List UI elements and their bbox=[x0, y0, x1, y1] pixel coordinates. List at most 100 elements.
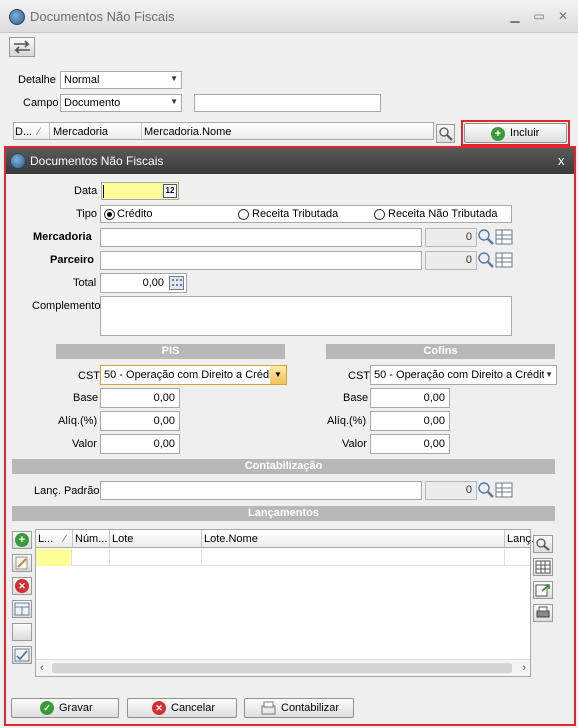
print-button[interactable] bbox=[533, 604, 553, 622]
magnifier-icon bbox=[439, 127, 453, 141]
dialog-titlebar: Documentos Não Fiscais x bbox=[6, 148, 574, 174]
maximize-icon[interactable]: ▭ bbox=[532, 9, 546, 23]
radio-receita-tributada[interactable] bbox=[238, 209, 249, 220]
campo-label: Campo bbox=[23, 97, 59, 109]
sort-icon: ⁄ bbox=[38, 126, 40, 138]
table-icon bbox=[535, 560, 551, 574]
plus-icon: + bbox=[15, 533, 29, 547]
contabilizar-button[interactable]: Contabilizar bbox=[244, 698, 354, 718]
contabilizacao-section-header: Contabilização bbox=[12, 459, 555, 474]
cofins-aliq-input[interactable]: 0,00 bbox=[370, 411, 450, 431]
cofins-valor-input[interactable]: 0,00 bbox=[370, 434, 450, 454]
chevron-down-icon: ▼ bbox=[170, 74, 178, 83]
split-lancamento-button[interactable] bbox=[12, 600, 32, 618]
scroll-right-icon[interactable]: › bbox=[522, 662, 526, 674]
tipo-receita-nao-tributada-label: Receita Não Tributada bbox=[388, 208, 498, 220]
pis-base-input[interactable]: 0,00 bbox=[100, 388, 180, 408]
detalhe-value: Normal bbox=[64, 74, 100, 86]
calculator-icon[interactable] bbox=[169, 276, 184, 290]
gravar-button[interactable]: ✓ Gravar bbox=[11, 698, 119, 718]
col-numero[interactable]: Núm... bbox=[75, 533, 107, 545]
dialog-close-icon[interactable]: x bbox=[558, 153, 565, 168]
add-lancamento-button[interactable]: + bbox=[12, 531, 32, 549]
cancelar-label: Cancelar bbox=[171, 702, 216, 714]
lanc-padrao-label: Lanç. Padrão bbox=[34, 485, 100, 497]
lanc-padrao-input[interactable] bbox=[100, 481, 422, 500]
close-icon[interactable]: ✕ bbox=[556, 9, 570, 23]
cofins-base-label: Base bbox=[343, 392, 369, 404]
pis-aliq-label: Alíq.(%) bbox=[58, 415, 98, 427]
cancelar-button[interactable]: ✕ Cancelar bbox=[127, 698, 237, 718]
total-value: 0,00 bbox=[142, 277, 164, 289]
cofins-cst-select[interactable]: 50 - Operação com Direito a Crédit ▼ bbox=[370, 365, 557, 385]
parceiro-input[interactable] bbox=[100, 251, 422, 270]
col-mercadoria[interactable]: Mercadoria bbox=[53, 126, 108, 138]
pis-valor-value: 0,00 bbox=[153, 438, 175, 450]
lancamentos-title: Lançamentos bbox=[248, 507, 319, 519]
calendar-icon[interactable]: 12 bbox=[163, 184, 177, 198]
grid-search-button[interactable] bbox=[436, 124, 455, 143]
detalhe-select[interactable]: Normal ▼ bbox=[60, 71, 182, 89]
magnifier-icon bbox=[536, 538, 550, 551]
contabilizacao-title: Contabilização bbox=[244, 460, 323, 472]
parceiro-lookup-icon[interactable] bbox=[476, 250, 514, 270]
mercadoria-input[interactable] bbox=[100, 228, 422, 247]
col-l[interactable]: L... bbox=[38, 533, 53, 545]
delete-lancamento-button[interactable]: ✕ bbox=[12, 577, 32, 595]
dialog-title: Documentos Não Fiscais bbox=[30, 154, 164, 168]
radio-credito[interactable] bbox=[104, 209, 115, 220]
campo-select[interactable]: Documento ▼ bbox=[60, 94, 182, 112]
campo-value: Documento bbox=[64, 97, 121, 109]
incluir-button[interactable]: + Incluir bbox=[464, 123, 567, 143]
data-field[interactable]: 12 bbox=[101, 182, 179, 200]
printer-icon bbox=[536, 606, 550, 618]
app-logo-icon bbox=[10, 153, 26, 169]
pis-cst-select[interactable]: 50 - Operação com Direito a Crédit ▼ bbox=[100, 365, 287, 385]
detalhe-label: Detalhe bbox=[18, 74, 56, 86]
cofins-base-input[interactable]: 0,00 bbox=[370, 388, 450, 408]
scroll-left-icon[interactable]: ‹ bbox=[40, 662, 44, 674]
pis-valor-input[interactable]: 0,00 bbox=[100, 434, 180, 454]
plus-icon: + bbox=[491, 127, 505, 141]
search-lancamento-button[interactable] bbox=[533, 535, 553, 553]
complemento-textarea[interactable] bbox=[100, 296, 512, 336]
swap-button[interactable] bbox=[9, 37, 35, 57]
cofins-section-header: Cofins bbox=[326, 344, 555, 359]
cofins-cst-label: CST bbox=[348, 370, 370, 382]
radio-receita-nao-tributada[interactable] bbox=[374, 209, 385, 220]
columns-icon bbox=[14, 602, 30, 616]
col-lote[interactable]: Lote bbox=[112, 533, 133, 545]
grid-header: D... ⁄ Mercadoria Mercadoria.Nome bbox=[13, 122, 434, 140]
export-button[interactable] bbox=[533, 581, 553, 599]
pis-valor-label: Valor bbox=[72, 438, 97, 450]
check-lancamento-button[interactable] bbox=[12, 646, 32, 664]
table-cell-selected[interactable] bbox=[36, 549, 72, 566]
cofins-cst-value: 50 - Operação com Direito a Crédit bbox=[374, 369, 544, 381]
parceiro-label: Parceiro bbox=[50, 254, 95, 266]
parceiro-code-value: 0 bbox=[465, 254, 472, 266]
mercadoria-lookup-icon[interactable] bbox=[476, 227, 514, 247]
chevron-down-icon: ▼ bbox=[170, 97, 178, 106]
lanc-padrao-lookup-icon[interactable] bbox=[476, 480, 514, 500]
col-lanc[interactable]: Lanç. bbox=[507, 533, 534, 545]
horizontal-scrollbar[interactable]: ‹ › bbox=[36, 659, 530, 676]
pis-aliq-input[interactable]: 0,00 bbox=[100, 411, 180, 431]
blank-button[interactable] bbox=[12, 623, 32, 641]
col-mercadoria-nome[interactable]: Mercadoria.Nome bbox=[144, 126, 231, 138]
edit-lancamento-button[interactable] bbox=[12, 554, 32, 572]
export-icon bbox=[535, 584, 550, 597]
total-input[interactable]: 0,00 bbox=[100, 273, 187, 293]
tipo-radio-group: Crédito Receita Tributada Receita Não Tr… bbox=[100, 205, 512, 223]
grid-view-button[interactable] bbox=[533, 558, 553, 576]
mercadoria-code-value: 0 bbox=[465, 231, 472, 243]
minimize-icon[interactable]: ▁ bbox=[508, 9, 522, 23]
cancel-icon: ✕ bbox=[152, 701, 166, 715]
col-d[interactable]: D... bbox=[15, 126, 32, 138]
col-lote-nome[interactable]: Lote.Nome bbox=[204, 533, 258, 545]
table-row[interactable] bbox=[36, 549, 530, 566]
search-input[interactable] bbox=[194, 94, 381, 112]
scrollbar-thumb[interactable] bbox=[52, 663, 512, 673]
tipo-receita-tributada-label: Receita Tributada bbox=[252, 208, 339, 220]
gravar-label: Gravar bbox=[59, 702, 93, 714]
checklist-icon bbox=[14, 648, 30, 662]
